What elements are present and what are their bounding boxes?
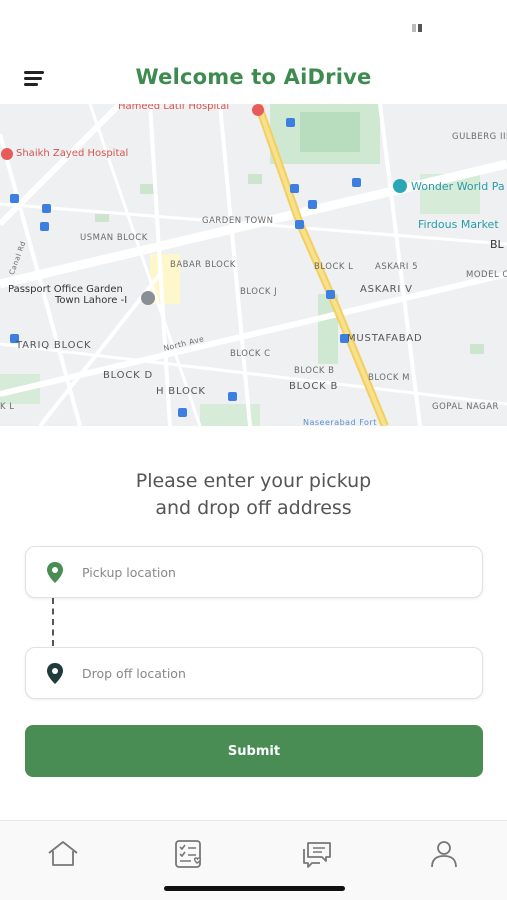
battery-icon <box>412 24 424 32</box>
pickup-field[interactable] <box>25 546 483 598</box>
map-label-bl: BL <box>490 238 504 251</box>
map-label-block-d: BLOCK D <box>103 370 153 381</box>
tab-profile[interactable] <box>427 839 461 869</box>
dropoff-location-input[interactable] <box>82 648 462 698</box>
dropoff-field[interactable] <box>25 647 483 699</box>
home-indicator <box>164 886 345 891</box>
dropoff-pin-icon <box>47 663 63 684</box>
map-label-askari-5: ASKARI 5 <box>375 262 418 272</box>
map-label-h-block: H BLOCK <box>156 386 206 397</box>
map-label-shaikh-zayed-hospital: Shaikh Zayed Hospital <box>16 148 129 159</box>
map-label-hameed-hospital: Hameed Latif Hospital <box>118 104 230 112</box>
pickup-location-input[interactable] <box>82 547 462 597</box>
map-label-tariq-block: TARIQ BLOCK <box>16 340 92 351</box>
app-header: Welcome to AiDrive <box>0 55 507 103</box>
map-label-gopal-nagar: GOPAL NAGAR <box>432 402 499 412</box>
map-label-block-c: BLOCK C <box>230 349 271 359</box>
map-label-block-l: BLOCK L <box>314 262 354 272</box>
map-label-passport-office-2: Town Lahore -I <box>55 295 128 306</box>
checklist-icon <box>175 840 202 868</box>
chat-icon <box>303 842 331 868</box>
map-label-block-b-small: BLOCK B <box>294 366 335 376</box>
home-icon <box>48 841 78 866</box>
route-connector-line <box>52 598 54 646</box>
map-label-mustafabad: MUSTAFABAD <box>347 333 423 344</box>
pickup-pin-icon <box>47 562 63 583</box>
prompt-line-2: and drop off address <box>155 497 352 519</box>
tab-home[interactable] <box>46 839 80 869</box>
map-label-garden-town: GARDEN TOWN <box>202 216 274 226</box>
submit-button[interactable]: Submit <box>25 725 483 777</box>
prompt-line-1: Please enter your pickup <box>135 470 372 492</box>
map-label-model: MODEL C <box>466 270 507 280</box>
map-label-babar-block: BABAR BLOCK <box>170 260 236 270</box>
map-label-block-j: BLOCK J <box>240 287 278 297</box>
map-label-passport-office: Passport Office Garden <box>8 284 123 295</box>
map-label-wonder-world: Wonder World Pa <box>411 180 505 193</box>
map-label-askari-v: ASKARI V <box>360 284 413 295</box>
page-title: Welcome to AiDrive <box>135 65 372 89</box>
map-label-block-b: BLOCK B <box>289 381 339 392</box>
map-label-firdous-market: Firdous Market <box>418 218 499 231</box>
map-label-kl: K L <box>0 402 15 412</box>
status-bar <box>0 0 507 50</box>
profile-icon <box>431 841 457 868</box>
tab-checklist[interactable] <box>173 839 207 869</box>
map-label-naseerabad: Naseerabad Fort <box>303 418 377 426</box>
address-prompt: Please enter your pickup and drop off ad… <box>0 468 507 522</box>
map-label-usman-block: USMAN BLOCK <box>80 233 148 243</box>
tab-chat[interactable] <box>300 839 334 869</box>
map-label-block-m: BLOCK M <box>368 373 410 383</box>
map-view[interactable]: Hameed Latif Hospital Shaikh Zayed Hospi… <box>0 104 507 426</box>
map-label-gulberg: GULBERG III <box>452 132 507 142</box>
